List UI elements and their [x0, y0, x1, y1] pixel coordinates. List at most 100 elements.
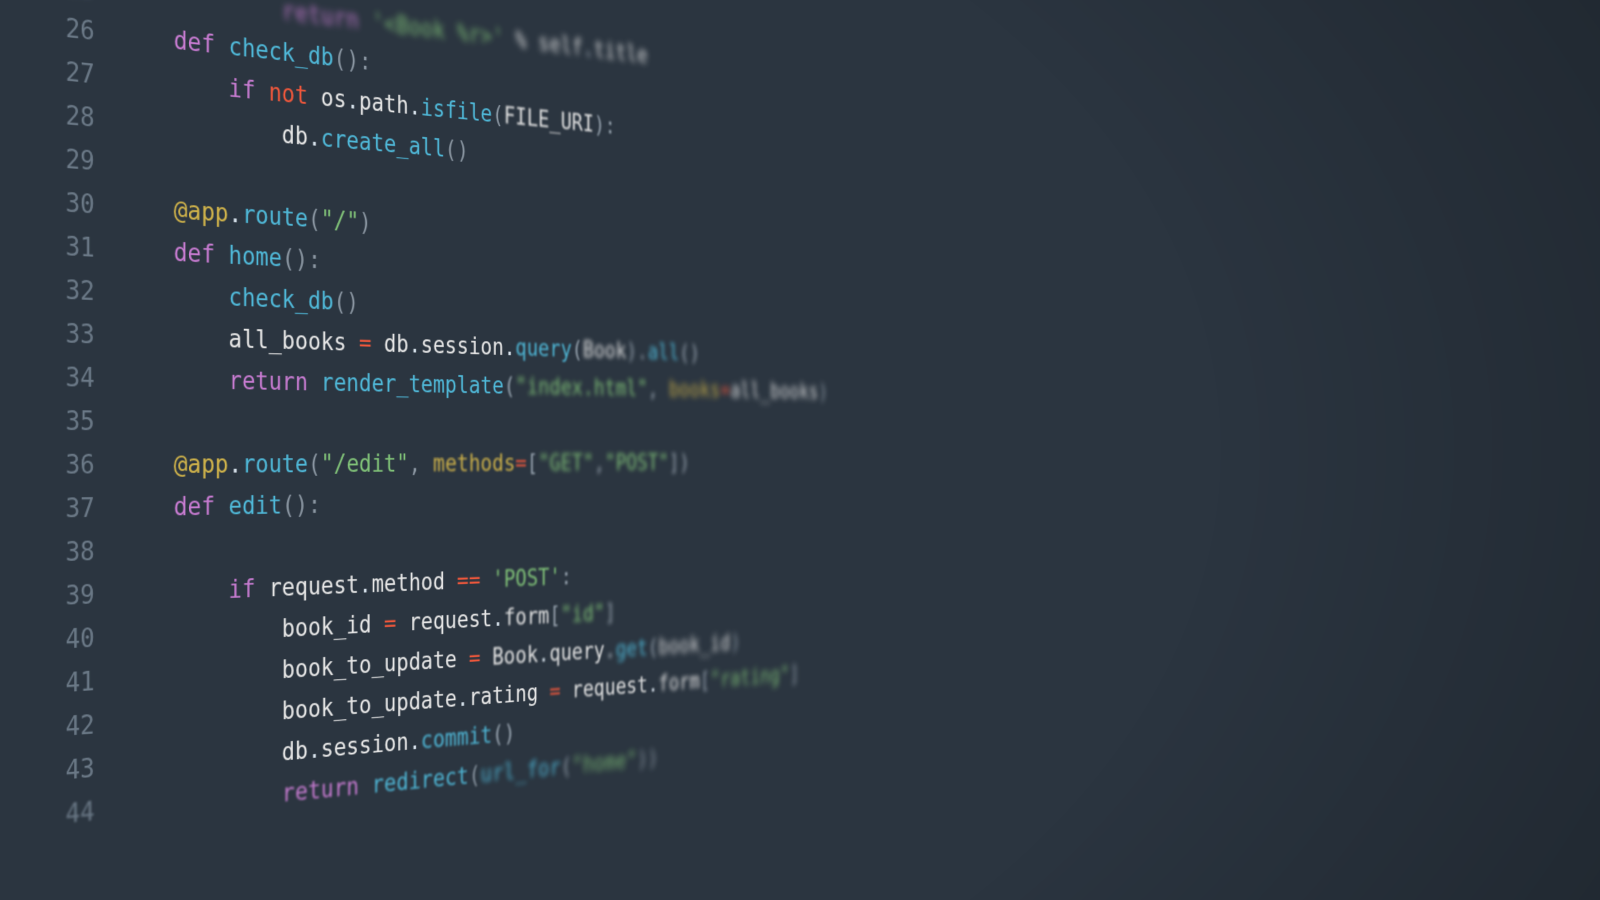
token: db: [282, 121, 308, 151]
token: ==: [457, 567, 481, 595]
token: book_to_update: [282, 646, 469, 685]
token: (: [308, 205, 321, 234]
token: (): [492, 720, 515, 748]
token: "index.html": [515, 374, 647, 402]
token: path: [359, 88, 409, 120]
token: =: [469, 645, 481, 672]
token: [308, 369, 321, 397]
token: session: [421, 332, 504, 361]
line-number: 36: [0, 444, 117, 489]
token: request: [561, 673, 648, 705]
token: session: [321, 729, 409, 764]
token: (): [679, 341, 700, 367]
token: [: [527, 451, 538, 477]
token: .: [409, 332, 421, 359]
token: title: [594, 37, 648, 69]
token: :: [561, 564, 572, 590]
token: (: [308, 451, 321, 479]
line-number: 31: [0, 219, 117, 271]
token: =: [549, 679, 560, 706]
token: not: [269, 79, 308, 111]
token: @app: [174, 451, 229, 480]
line-number: 38: [0, 530, 117, 578]
token: route: [242, 201, 308, 233]
line-number: 34: [0, 354, 117, 401]
token: render_template: [321, 369, 504, 400]
token: check_db: [228, 284, 333, 316]
token: rating: [469, 679, 550, 711]
token: ,: [648, 377, 669, 403]
token: [215, 241, 229, 270]
token: Book: [583, 337, 627, 364]
token: commit: [421, 722, 492, 755]
token: [215, 493, 229, 522]
token: ): [730, 630, 740, 655]
token: "/edit": [321, 451, 409, 479]
token: (: [648, 635, 659, 661]
token: [: [700, 668, 710, 694]
token: ).: [626, 339, 647, 365]
token: method: [372, 568, 457, 598]
token: query: [515, 335, 571, 363]
token: [215, 31, 229, 61]
token: return: [228, 367, 307, 397]
token: home: [229, 242, 282, 273]
token: (: [504, 373, 516, 400]
token: if: [228, 575, 255, 604]
token: =: [384, 610, 396, 638]
token: if: [228, 75, 255, 106]
token: book_id: [658, 631, 730, 660]
token: form: [658, 669, 700, 697]
token: ]: [605, 600, 616, 626]
token: route: [242, 451, 308, 479]
token: .: [492, 605, 504, 632]
token: =: [359, 330, 372, 358]
token: .: [308, 736, 321, 765]
token: .: [605, 637, 616, 663]
token: .: [359, 571, 372, 599]
token: book_id: [282, 611, 384, 644]
token: ]): [669, 451, 690, 476]
token: ,: [409, 451, 433, 478]
token: books: [669, 377, 720, 403]
token: ,: [594, 451, 605, 477]
token: [480, 567, 492, 594]
line-number: 32: [0, 264, 117, 315]
code-editor[interactable]: 25 return '<Book %r>' % self.title26 def…: [0, 0, 1142, 900]
token: 'POST': [492, 565, 560, 594]
token: FILE_URI: [504, 103, 594, 138]
token: query: [549, 638, 604, 667]
line-number: 35: [0, 399, 117, 444]
token: redirect: [372, 763, 469, 799]
token: check_db: [229, 33, 334, 73]
line-number: 37: [0, 487, 117, 533]
token: ():: [334, 45, 372, 77]
token: def: [174, 26, 215, 59]
token: ]: [790, 662, 800, 687]
token: .: [409, 93, 421, 121]
token: "rating": [710, 663, 789, 693]
token: =: [720, 378, 730, 403]
token: % self: [504, 26, 583, 62]
token: db: [282, 737, 308, 767]
token: .: [648, 672, 659, 698]
token: url_for: [480, 755, 560, 789]
token: ): [818, 381, 827, 405]
line-number: 44: [0, 789, 117, 848]
token: (: [572, 337, 583, 363]
token: [255, 77, 268, 107]
token: "id": [561, 601, 605, 629]
token: ():: [282, 245, 321, 275]
token: (): [445, 136, 469, 165]
line-number: 39: [0, 573, 117, 623]
token: =: [515, 451, 526, 477]
token: return: [282, 0, 359, 35]
token: .: [538, 641, 549, 668]
token: all_books: [228, 325, 359, 357]
token: request: [396, 606, 492, 638]
token: "POST": [605, 451, 669, 477]
token: request: [255, 572, 359, 604]
token: edit: [229, 492, 282, 521]
token: [359, 7, 372, 36]
token: .: [504, 335, 516, 362]
